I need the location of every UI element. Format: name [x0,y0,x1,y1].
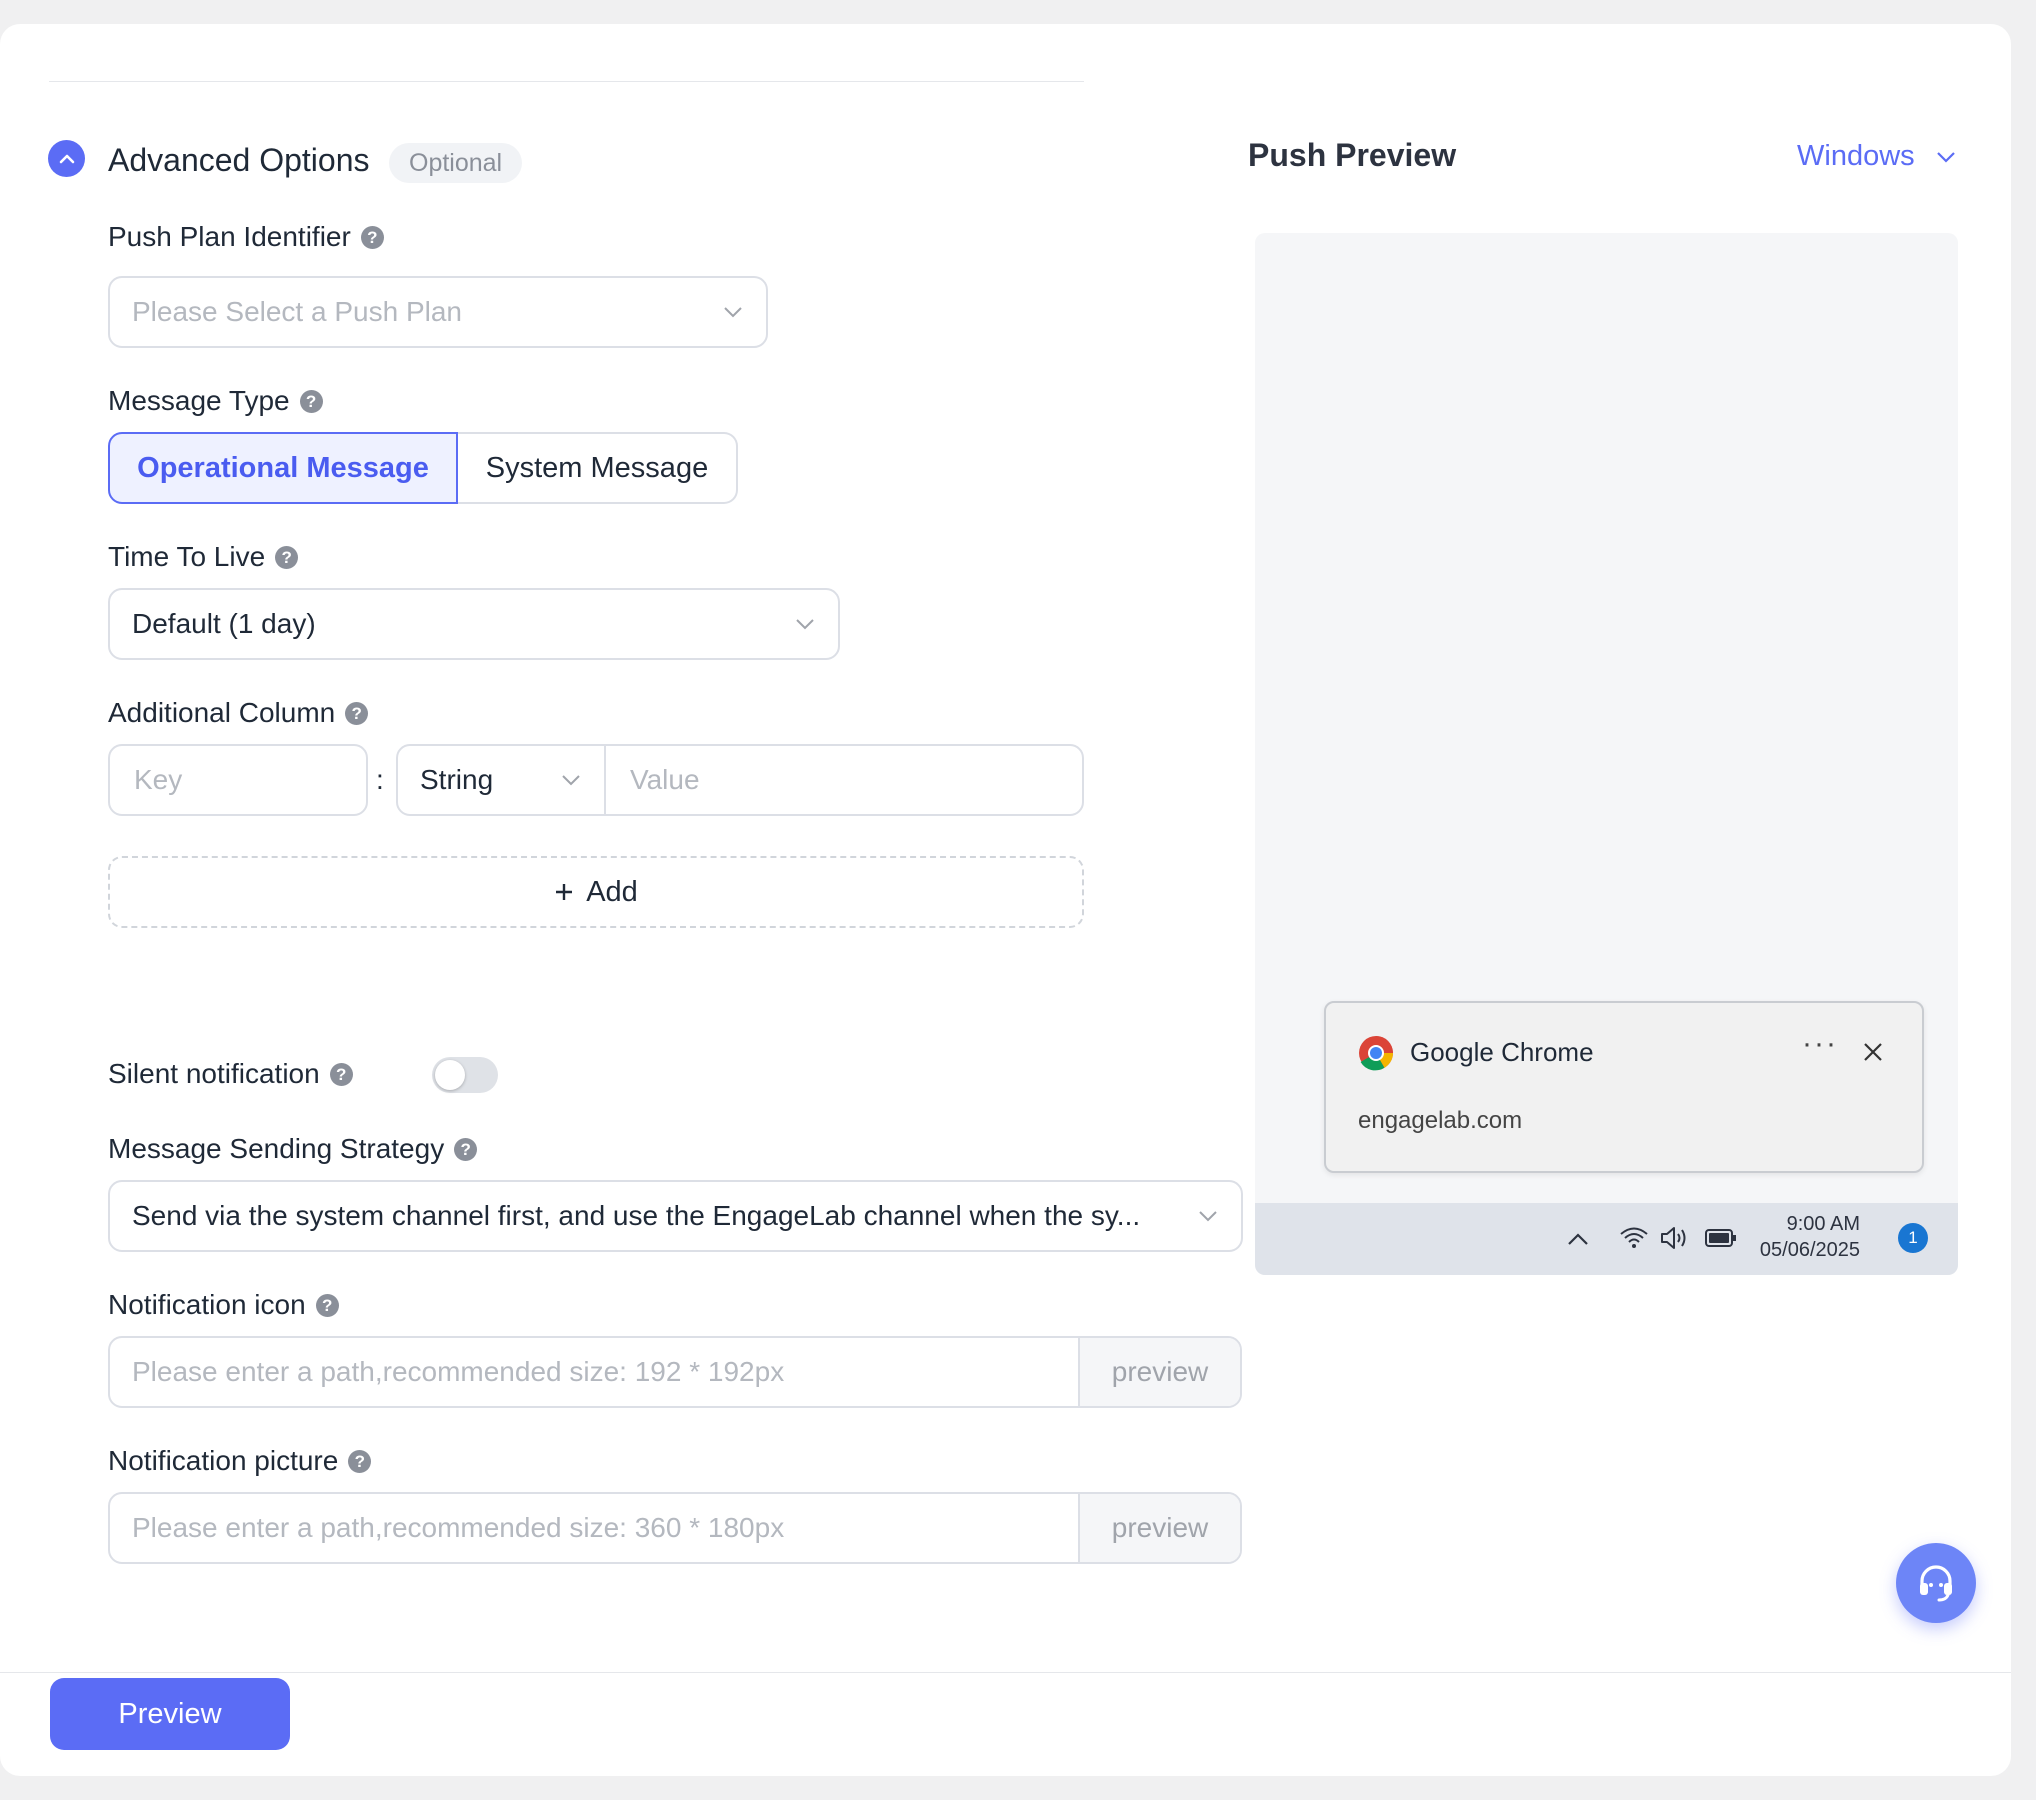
silent-notification-toggle[interactable] [432,1057,498,1093]
notification-icon-preview-button[interactable]: preview [1078,1338,1240,1406]
preview-button[interactable]: Preview [50,1678,290,1750]
os-select[interactable]: Windows [1797,140,1957,173]
support-button[interactable] [1896,1543,1976,1623]
footer-divider [0,1672,2011,1673]
more-options-icon[interactable]: ··· [1802,1027,1838,1061]
ttl-label: Time To Live ? [108,540,299,574]
preview-screen: Google Chrome ··· engagelab.com 9:00 AM … [1255,233,1958,1275]
help-icon[interactable]: ? [345,701,369,725]
divider [49,81,1084,82]
chevron-down-icon [724,307,742,318]
push-plan-label-text: Push Plan Identifier [108,221,351,252]
additional-column-label: Additional Column ? [108,696,369,730]
type-value-group: String Value [396,744,1084,816]
ttl-value: Default (1 day) [132,608,316,639]
notification-domain: engagelab.com [1358,1107,1523,1134]
additional-column-label-text: Additional Column [108,697,336,728]
help-icon[interactable]: ? [329,1062,353,1086]
toggle-knob [435,1060,465,1090]
help-icon[interactable]: ? [454,1137,478,1161]
wifi-icon[interactable] [1619,1225,1649,1251]
headset-icon [1920,1565,1952,1602]
value-type-select[interactable]: String [398,746,606,814]
notification-icon-field: Please enter a path,recommended size: 19… [108,1336,1242,1408]
clock-date: 05/06/2025 [1759,1239,1860,1261]
message-type-label: Message Type ? [108,384,323,418]
battery-icon[interactable] [1705,1227,1737,1249]
form-card: Advanced Options Optional Push Plan Iden… [0,24,2011,1776]
section-title: Advanced Options [108,142,370,178]
notification-icon-label: Notification icon ? [108,1288,339,1322]
push-plan-select[interactable]: Please Select a Push Plan [108,276,768,348]
value-input[interactable]: Value [606,746,1082,814]
plus-icon [556,884,573,900]
help-icon[interactable]: ? [360,225,384,249]
value-type-text: String [420,764,494,795]
key-input[interactable]: Key [108,744,368,816]
silent-notification-label: Silent notification ? [108,1057,353,1091]
strategy-label-text: Message Sending Strategy [108,1133,445,1164]
notification-app-name: Google Chrome [1410,1037,1594,1067]
notification-picture-input[interactable]: Please enter a path,recommended size: 36… [110,1494,1078,1562]
push-plan-placeholder: Please Select a Push Plan [132,296,462,327]
notification-icon-label-text: Notification icon [108,1289,306,1320]
os-select-value: Windows [1797,140,1915,172]
message-type-segmented: Operational Message System Message [108,432,738,504]
strategy-label: Message Sending Strategy ? [108,1132,478,1166]
notification-picture-label: Notification picture ? [108,1444,372,1478]
notification-toast: Google Chrome ··· engagelab.com [1324,1001,1924,1173]
notification-picture-label-text: Notification picture [108,1445,339,1476]
ttl-label-text: Time To Live [108,541,266,572]
chevron-up-icon [59,154,74,163]
message-type-label-text: Message Type [108,385,290,416]
notification-picture-preview-button[interactable]: preview [1078,1494,1240,1562]
chrome-icon [1359,1036,1393,1071]
collapse-toggle-button[interactable] [48,140,85,177]
silent-notification-label-text: Silent notification [108,1058,320,1089]
chevron-down-icon [562,775,580,786]
operational-message-option[interactable]: Operational Message [108,432,458,504]
notification-picture-field: Please enter a path,recommended size: 36… [108,1492,1242,1564]
clock-time: 9:00 AM [1786,1213,1860,1235]
strategy-select[interactable]: Send via the system channel first, and u… [108,1180,1243,1252]
taskbar: 9:00 AM 05/06/2025 1 [1255,1203,1958,1275]
push-plan-label: Push Plan Identifier ? [108,220,384,254]
notification-count-badge[interactable]: 1 [1898,1223,1928,1253]
strategy-value: Send via the system channel first, and u… [132,1200,1141,1231]
add-column-label: Add [586,875,638,908]
chevron-down-icon [1199,1211,1217,1222]
key-value-separator: : [376,764,384,795]
caret-up-icon[interactable] [1565,1229,1591,1249]
chevron-down-icon [796,619,814,630]
help-icon[interactable]: ? [348,1449,372,1473]
optional-badge: Optional [389,143,523,183]
close-icon[interactable] [1862,1041,1884,1063]
ttl-select[interactable]: Default (1 day) [108,588,840,660]
system-message-option[interactable]: System Message [458,432,738,504]
add-column-button[interactable]: Add [108,856,1084,928]
help-icon[interactable]: ? [299,389,323,413]
push-preview-title: Push Preview [1248,137,1457,173]
chevron-down-icon [1936,151,1955,163]
volume-icon[interactable] [1659,1225,1691,1251]
help-icon[interactable]: ? [315,1293,339,1317]
notification-icon-input[interactable]: Please enter a path,recommended size: 19… [110,1338,1078,1406]
clock[interactable]: 9:00 AM 05/06/2025 [1755,1211,1860,1263]
help-icon[interactable]: ? [275,545,299,569]
